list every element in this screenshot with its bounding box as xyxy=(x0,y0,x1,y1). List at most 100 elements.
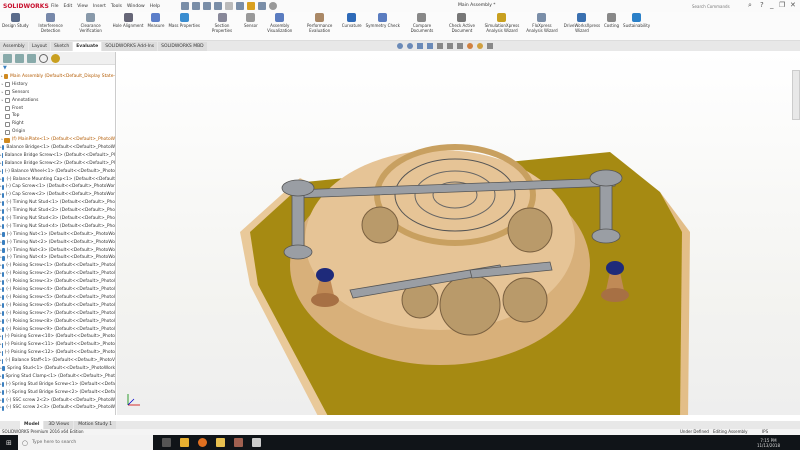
undo-icon[interactable] xyxy=(224,2,233,10)
previous-view-icon[interactable] xyxy=(417,43,423,49)
print-icon[interactable] xyxy=(213,2,222,10)
feature-manager-icon[interactable] xyxy=(3,53,12,63)
tree-item[interactable]: ▸ (-) Poising Screw<11> (Default<<Default… xyxy=(0,341,115,349)
view-orientation-icon[interactable] xyxy=(437,43,443,49)
tree-item[interactable]: ▸ (-) Spring Stud Bridge Screw<2> (Defaul… xyxy=(0,389,115,397)
tab-solidworks-add-ins[interactable]: SOLIDWORKS Add-Ins xyxy=(102,41,158,51)
design-study-button[interactable]: Design Study xyxy=(0,12,31,40)
tree-item[interactable]: ▸ (-) Balance Wheel<1> (Default<<Default>… xyxy=(0,168,115,176)
tree-item[interactable]: ▸ (-) Poising Screw<6> (Default<<Default>… xyxy=(0,302,115,310)
open-icon[interactable] xyxy=(191,2,200,10)
tree-item[interactable]: ▸ (-) SSC screw 2<2> (Default<<Default>_P… xyxy=(0,397,115,405)
tree-item[interactable]: ▸ (f) MainPlate<1> (Default<<Default>_Pho… xyxy=(0,136,115,144)
tree-item[interactable]: ▸ Main Assembly (Default<Default_Display … xyxy=(0,73,115,81)
tree-item[interactable]: ▸ Annotations xyxy=(0,97,115,105)
restore-icon[interactable]: ❐ xyxy=(779,1,785,9)
graphics-area[interactable] xyxy=(117,43,800,420)
tree-item[interactable]: ▸ (-) Poising Screw<2> (Default<<Default>… xyxy=(0,270,115,278)
tree-item[interactable]: Front xyxy=(0,105,115,113)
help-icon[interactable]: ? xyxy=(760,1,764,9)
store-icon[interactable] xyxy=(179,438,189,447)
tab-motion-study-1[interactable]: Motion Study 1 xyxy=(74,421,117,429)
menu-view[interactable]: View xyxy=(77,4,88,9)
tree-item[interactable]: ▸ (-) Timing Nut Stud<3> (Default<<Defaul… xyxy=(0,215,115,223)
menu-edit[interactable]: Edit xyxy=(64,4,73,9)
tree-item[interactable]: ▸ (-) Cap Screw<1> (Default<<Default>_Pho… xyxy=(0,183,115,191)
menu-tools[interactable]: Tools xyxy=(111,4,122,9)
tree-item[interactable]: ▸ (-) Timing Nut Stud<2> (Default<<Defaul… xyxy=(0,207,115,215)
sensor-button[interactable]: Sensor xyxy=(242,12,260,40)
tree-item[interactable]: Origin xyxy=(0,128,115,136)
section-view-icon[interactable] xyxy=(427,43,433,49)
mass-properties-button[interactable]: Mass Properties xyxy=(166,12,202,40)
tree-item[interactable]: ▸ (-) Poising Screw<7> (Default<<Default>… xyxy=(0,310,115,318)
section-properties-button[interactable]: Section Properties xyxy=(202,12,242,40)
search-commands-input[interactable]: Search Commands xyxy=(692,2,740,10)
tree-item[interactable]: ▸ (-) Poising Screw<1> (Default<<Default>… xyxy=(0,262,115,270)
curvature-button[interactable]: Curvature xyxy=(340,12,364,40)
tree-item[interactable]: ▸ Balance Bridge<1> (Default<<Default>_Ph… xyxy=(0,144,115,152)
tree-item[interactable]: ▸ (-) Timing Nut<3> (Default<<Default>_Ph… xyxy=(0,247,115,255)
task-pane-tabs[interactable] xyxy=(792,70,800,120)
minimize-icon[interactable]: _ xyxy=(770,1,774,9)
firefox-icon[interactable] xyxy=(197,438,207,447)
tree-item[interactable]: ▸ (-) Poising Screw<8> (Default<<Default>… xyxy=(0,318,115,326)
close-icon[interactable]: ✕ xyxy=(790,1,796,9)
tab-layout[interactable]: Layout xyxy=(28,41,51,51)
taskbar-search[interactable]: ○ Type here to search xyxy=(17,435,153,450)
tree-item[interactable]: ▸ Sensors xyxy=(0,89,115,97)
symmetry-check-button[interactable]: Symmetry Check xyxy=(364,12,402,40)
interference-detection-button[interactable]: Interference Detection xyxy=(31,12,71,40)
tree-item[interactable]: ▸ (-) Poising Screw<4> (Default<<Default>… xyxy=(0,286,115,294)
tree-item[interactable]: ▸ (-) Spring Stud Bridge Screw<1> (Defaul… xyxy=(0,381,115,389)
file-explorer-icon[interactable] xyxy=(215,438,225,447)
floxpress-analysis-wizard-button[interactable]: FloXpress Analysis Wizard xyxy=(522,12,562,40)
file-properties-icon[interactable] xyxy=(257,2,266,10)
tab-model[interactable]: Model xyxy=(20,421,44,429)
view-settings-icon[interactable] xyxy=(487,43,493,49)
menu-file[interactable]: File xyxy=(51,4,59,9)
menu-help[interactable]: Help xyxy=(150,4,160,9)
tab-assembly[interactable]: Assembly xyxy=(0,41,28,51)
tree-item[interactable]: ▸ (-) Poising Screw<10> (Default<<Default… xyxy=(0,333,115,341)
tree-item[interactable]: ▸ Balance Bridge Screw<2> (Default<<Defau… xyxy=(0,160,115,168)
menu-window[interactable]: Window xyxy=(127,4,145,9)
tree-item[interactable]: ▸ (-) Balance Mounting Cap<1> (Default<<D… xyxy=(0,176,115,184)
tree-item[interactable]: ▸ (-) Cap Screw<2> (Default<<Default>_Pho… xyxy=(0,191,115,199)
tab-sketch[interactable]: Sketch xyxy=(51,41,73,51)
tab-evaluate[interactable]: Evaluate xyxy=(73,41,102,51)
tree-item[interactable]: ▸ Spring Stud Clamp<1> (Default<<Default>… xyxy=(0,373,115,381)
costing-button[interactable]: Costing xyxy=(602,12,621,40)
new-document-icon[interactable] xyxy=(180,2,189,10)
tree-item[interactable]: ▸ (-) Balance Staff<1> (Default<<Default>… xyxy=(0,357,115,365)
configuration-manager-icon[interactable] xyxy=(27,53,36,63)
performance-evaluation-button[interactable]: Performance Evaluation xyxy=(300,12,340,40)
tree-item[interactable]: ▸ (-) Poising Screw<9> (Default<<Default>… xyxy=(0,326,115,334)
tree-item[interactable]: Top xyxy=(0,112,115,120)
display-style-icon[interactable] xyxy=(447,43,453,49)
filter-icon[interactable]: ▼ xyxy=(0,65,115,73)
calculator-icon[interactable] xyxy=(251,438,261,447)
search-icon[interactable]: ⌕ xyxy=(748,1,752,10)
view-toolbar[interactable] xyxy=(397,43,493,49)
start-windows-icon[interactable]: ⊞ xyxy=(6,439,12,447)
clock[interactable]: 7:15 PM 11/13/2018 xyxy=(757,438,780,448)
tree-item[interactable]: ▸ (-) Timing Nut<4> (Default<<Default>_Ph… xyxy=(0,254,115,262)
zoom-to-fit-icon[interactable] xyxy=(397,43,403,49)
tree-item[interactable]: ▸ Balance Bridge Screw<1> (Default<<Defau… xyxy=(0,152,115,160)
tree-item[interactable]: ▸ (-) Poising Screw<12> (Default<<Default… xyxy=(0,349,115,357)
tree-item[interactable]: ▸ (-) Timing Nut Stud<4> (Default<<Defaul… xyxy=(0,223,115,231)
tab-3d-views[interactable]: 3D Views xyxy=(44,421,74,429)
task-view-icon[interactable] xyxy=(161,438,171,447)
options-gear-icon[interactable] xyxy=(268,2,277,10)
hole-alignment-button[interactable]: Hole Alignment xyxy=(111,12,146,40)
tab-solidworks-mbd[interactable]: SOLIDWORKS MBD xyxy=(158,41,207,51)
rebuild-icon[interactable] xyxy=(246,2,255,10)
clearance-verification-button[interactable]: Clearance Verification xyxy=(71,12,111,40)
tree-item[interactable]: ▸ (-) Poising Screw<5> (Default<<Default>… xyxy=(0,294,115,302)
save-icon[interactable] xyxy=(202,2,211,10)
tree-item[interactable]: ▸ (-) Poising Screw<3> (Default<<Default>… xyxy=(0,278,115,286)
measure-button[interactable]: Measure xyxy=(145,12,166,40)
driveworksxpress-wizard-button[interactable]: DriveWorksXpress Wizard xyxy=(562,12,602,40)
menu-insert[interactable]: Insert xyxy=(93,4,106,9)
